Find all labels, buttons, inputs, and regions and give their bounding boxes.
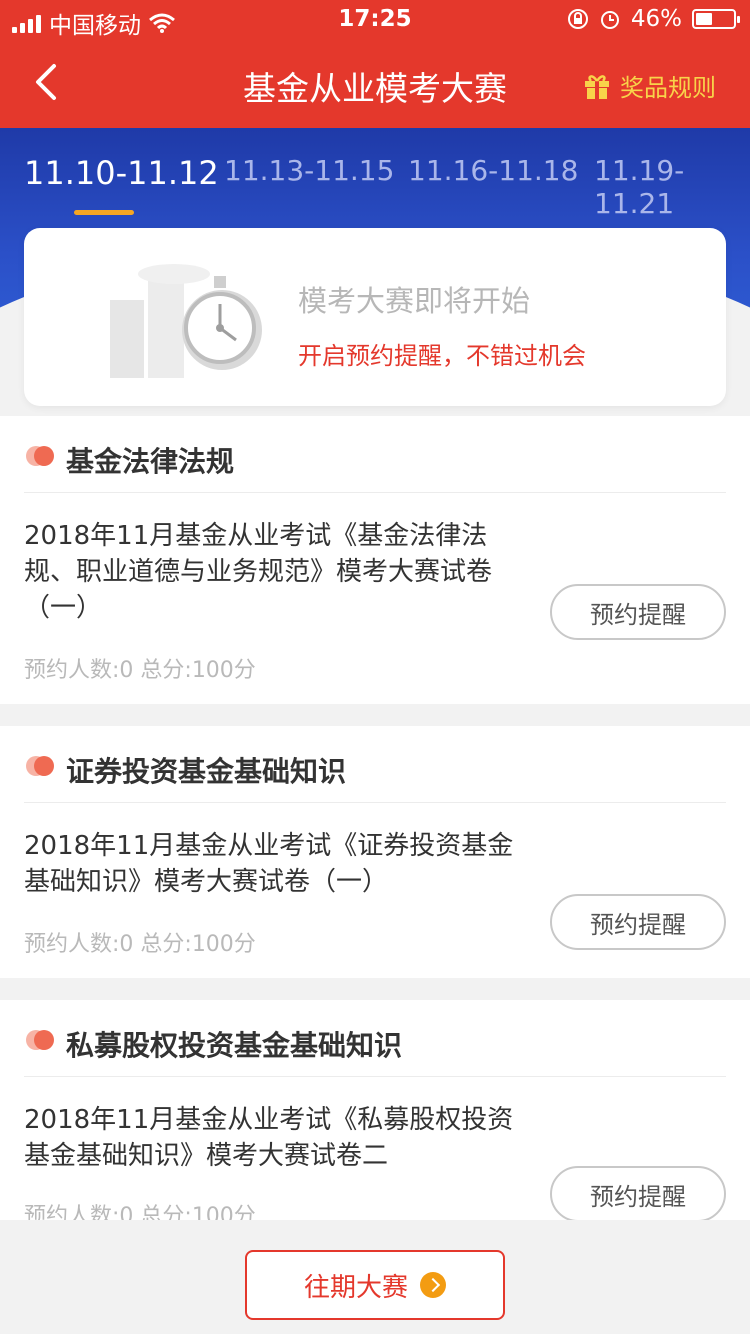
- status-bar: 中国移动 17:25 46%: [0, 0, 750, 40]
- upcoming-card: 模考大赛即将开始 开启预约提醒，不错过机会: [24, 228, 726, 406]
- exam-meta: 预约人数:0 总分:100分: [24, 1204, 256, 1220]
- top-header: 中国移动 17:25 46% 基金从业模考大赛 奖品规则: [0, 0, 750, 128]
- stopwatch-illustration: [110, 264, 262, 378]
- active-tab-indicator: [74, 210, 134, 215]
- chevron-right-icon: [420, 1272, 446, 1298]
- exam-section: 私募股权投资基金基础知识 2018年11月基金从业考试《私募股权投资基金基础知识…: [0, 1000, 750, 1220]
- section-header: 私募股权投资基金基础知识: [24, 1000, 726, 1077]
- tab-date-2[interactable]: 11.13-11.15: [224, 154, 394, 187]
- rotation-lock-icon: [567, 9, 588, 29]
- exam-section: 证券投资基金基础知识 2018年11月基金从业考试《证券投资基金基础知识》模考大…: [0, 726, 750, 978]
- bullet-dot-icon: [26, 756, 54, 778]
- exam-description: 2018年11月基金从业考试《证券投资基金基础知识》模考大赛试卷（一）: [24, 831, 514, 897]
- reminder-button[interactable]: 预约提醒: [550, 1166, 726, 1220]
- upcoming-subtitle: 开启预约提醒，不错过机会: [298, 342, 586, 370]
- tab-date-1[interactable]: 11.10-11.12: [24, 154, 219, 192]
- prize-rules-label: 奖品规则: [620, 74, 716, 102]
- exam-description: 2018年11月基金从业考试《基金法律法规、职业道德与业务规范》模考大赛试卷（一…: [24, 521, 493, 623]
- exam-meta: 预约人数:0 总分:100分: [24, 932, 256, 957]
- exam-meta: 预约人数:0 总分:100分: [24, 658, 256, 683]
- prize-rules-button[interactable]: 奖品规则: [582, 68, 716, 103]
- past-contests-button[interactable]: 往期大赛: [245, 1250, 505, 1320]
- section-title: 私募股权投资基金基础知识: [66, 1029, 403, 1062]
- tab-date-3[interactable]: 11.16-11.18: [408, 154, 578, 187]
- tab-date-4[interactable]: 11.19-11.21: [594, 154, 750, 220]
- section-header: 证券投资基金基础知识: [24, 726, 726, 803]
- bottom-bar: 往期大赛: [0, 1220, 750, 1334]
- battery-icon: [692, 9, 740, 29]
- reminder-button[interactable]: 预约提醒: [550, 894, 726, 950]
- bullet-dot-icon: [26, 1030, 54, 1052]
- upcoming-title: 模考大赛即将开始: [298, 284, 531, 318]
- section-title: 证券投资基金基础知识: [66, 755, 347, 788]
- bullet-dot-icon: [26, 446, 54, 468]
- alarm-icon: [600, 11, 619, 29]
- past-contests-label: 往期大赛: [303, 1272, 408, 1303]
- section-header: 基金法律法规: [24, 416, 726, 493]
- battery-percent: 46%: [630, 6, 682, 32]
- gift-icon: [585, 74, 609, 99]
- exam-description: 2018年11月基金从业考试《私募股权投资基金基础知识》模考大赛试卷二: [24, 1105, 514, 1171]
- exam-section: 基金法律法规 2018年11月基金从业考试《基金法律法规、职业道德与业务规范》模…: [0, 416, 750, 704]
- section-title: 基金法律法规: [66, 445, 235, 478]
- reminder-button[interactable]: 预约提醒: [550, 584, 726, 640]
